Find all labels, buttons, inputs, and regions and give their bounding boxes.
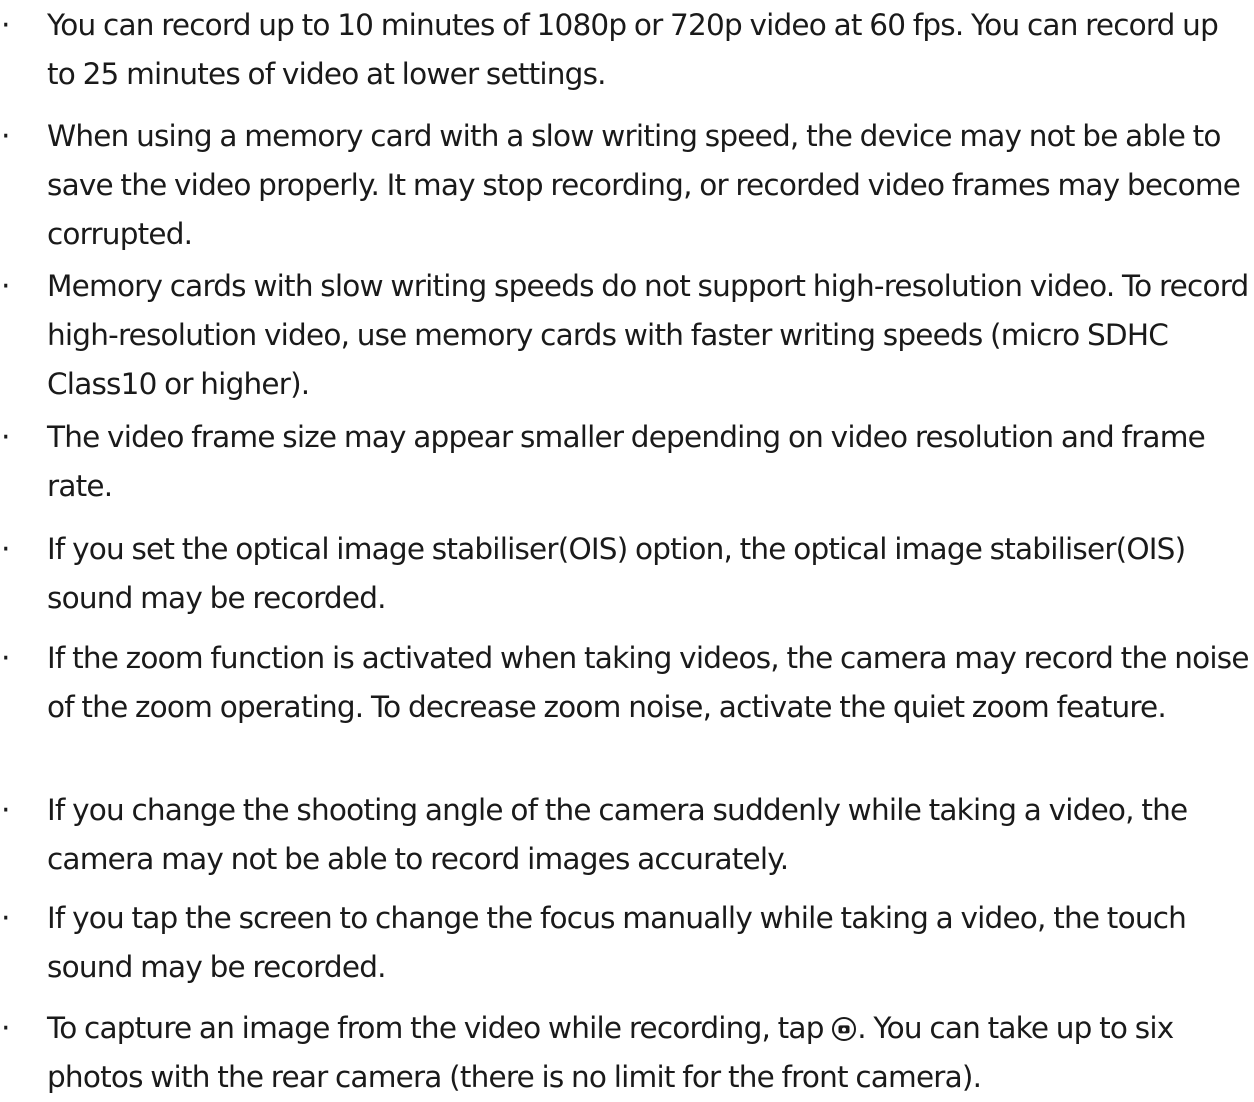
note-text: When using a memory card with a slow wri… bbox=[47, 119, 1241, 251]
bullet-icon: · bbox=[1, 420, 11, 455]
bullet-icon: · bbox=[1, 901, 11, 936]
bullet-icon: · bbox=[1, 1011, 11, 1046]
note-text: If you change the shooting angle of the … bbox=[47, 793, 1188, 876]
note-text: If you tap the screen to change the focu… bbox=[47, 901, 1187, 984]
bullet-icon: · bbox=[1, 269, 11, 304]
note-text: To capture an image from the video while… bbox=[47, 1004, 1252, 1102]
bullet-icon: · bbox=[1, 119, 11, 154]
bullet-icon: · bbox=[1, 532, 11, 567]
note-text: If the zoom function is activated when t… bbox=[47, 641, 1250, 724]
note-text: If you set the optical image stabiliser(… bbox=[47, 532, 1186, 615]
bullet-icon: · bbox=[1, 793, 11, 828]
bullet-icon: · bbox=[1, 8, 11, 43]
note-text: The video frame size may appear smaller … bbox=[47, 420, 1206, 503]
note-text: You can record up to 10 minutes of 1080p… bbox=[47, 8, 1219, 91]
note-text-before: To capture an image from the video while… bbox=[47, 1011, 832, 1045]
bullet-icon: · bbox=[1, 641, 11, 676]
camera-capture-icon bbox=[832, 1017, 857, 1041]
note-text: Memory cards with slow writing speeds do… bbox=[47, 269, 1249, 401]
